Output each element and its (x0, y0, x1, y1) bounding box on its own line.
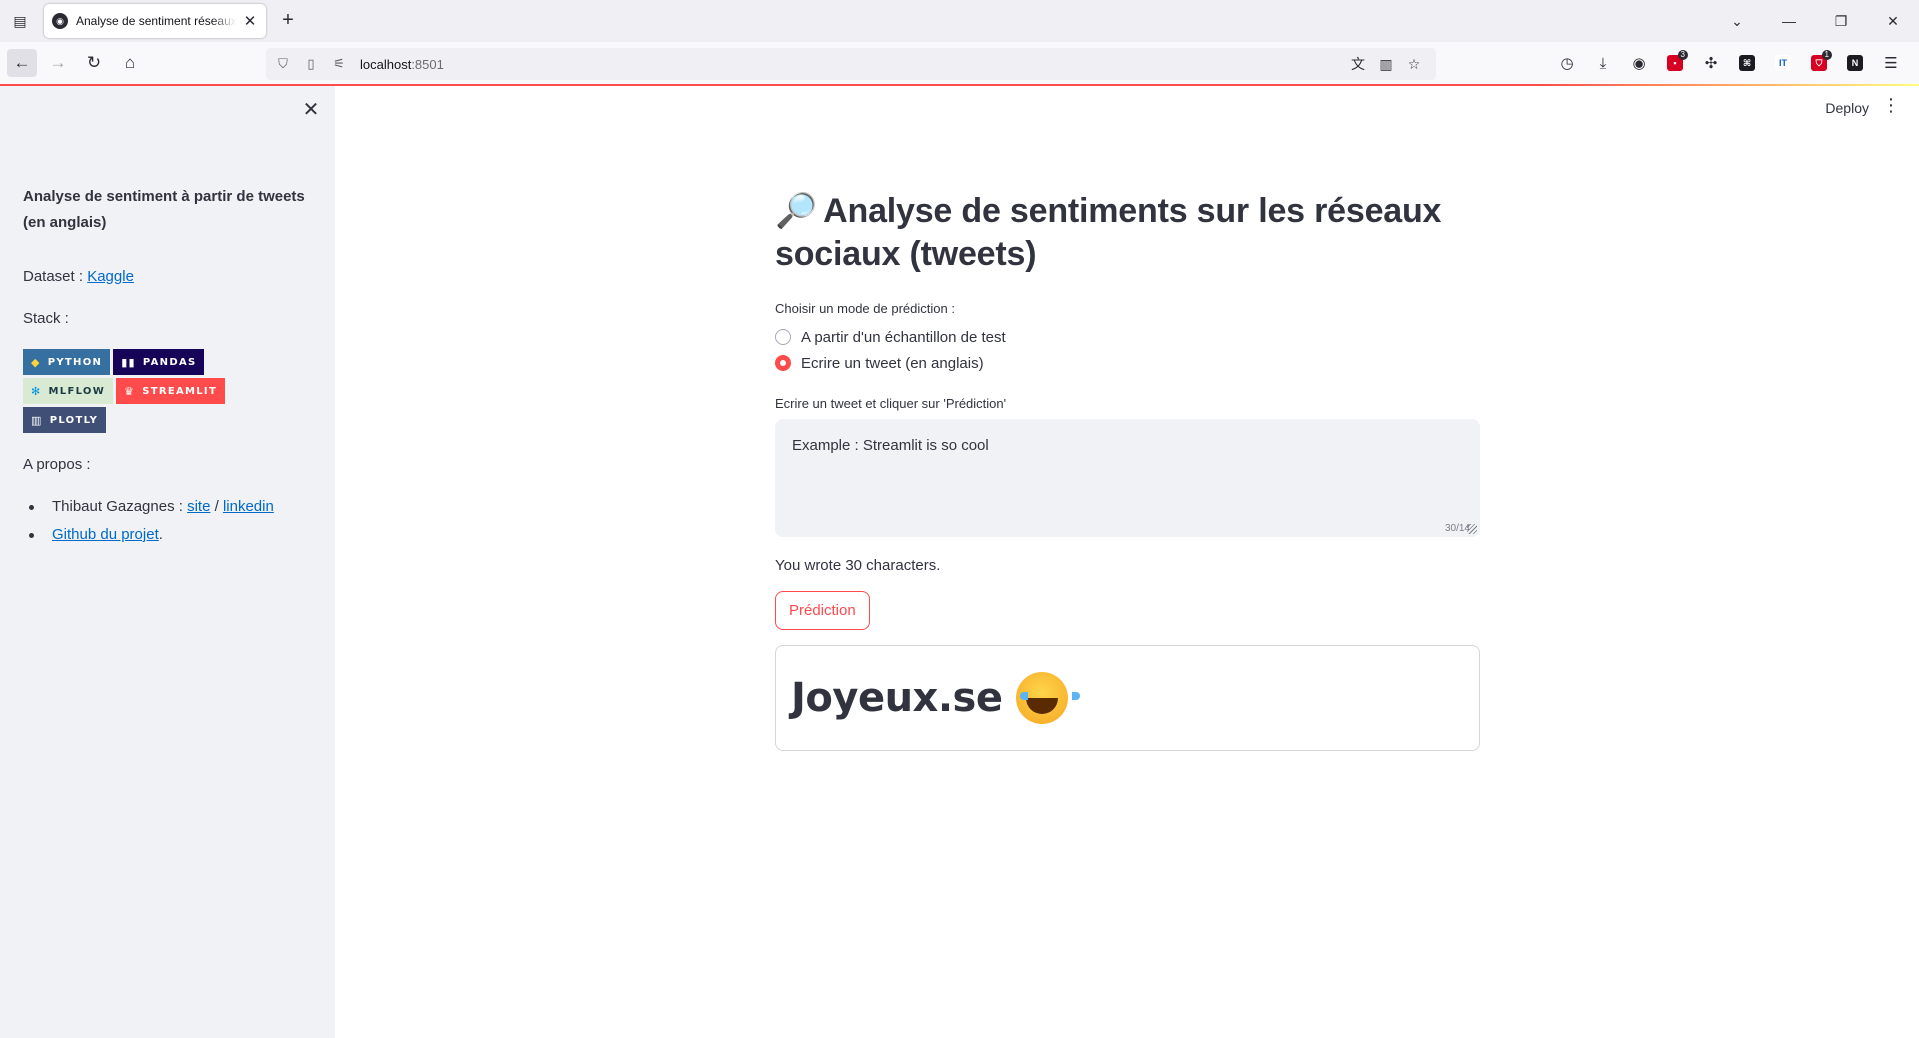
translate-icon[interactable]: 文 (1344, 54, 1372, 74)
main-content: 🔎 Analyse de sentiments sur les réseaux s… (775, 190, 1480, 751)
streamlit-crown-icon: ♛ (124, 384, 136, 398)
author-name: Thibaut Gazagnes : (52, 498, 188, 515)
browser-tab-active[interactable]: ◉ Analyse de sentiment réseaux sociaux ✕ (44, 4, 266, 38)
permissions-icon[interactable]: ⚟ (332, 56, 346, 72)
reload-icon[interactable]: ↻ (79, 49, 109, 77)
link-separator: / (210, 498, 223, 515)
tab-close-icon[interactable]: ✕ (242, 12, 258, 30)
mode-radio-group: A partir d'un échantillon de test Ecrire… (775, 324, 1480, 376)
python-badge-label: PYTHON (47, 356, 103, 368)
sidebar-close-icon[interactable]: ✕ (301, 100, 321, 120)
restore-icon[interactable]: ❐ (1815, 13, 1867, 30)
radio-option-label: A partir d'un échantillon de test (801, 328, 1006, 346)
notion-icon[interactable]: N (1837, 49, 1873, 77)
kaggle-link[interactable]: Kaggle (87, 268, 134, 285)
new-tab-icon[interactable]: + (276, 9, 300, 33)
sidebar: ✕ Analyse de sentiment à partir de tweet… (0, 86, 335, 1038)
page-title-text: Analyse de sentiments sur les réseaux so… (775, 192, 1442, 273)
plotly-chart-icon: ▥ (31, 413, 43, 427)
tab-title: Analyse de sentiment réseaux sociaux (76, 14, 236, 28)
linkedin-link[interactable]: linkedin (223, 498, 274, 515)
magnifier-icon: 🔎 (775, 192, 818, 230)
extension-2-icon[interactable]: ⌘ (1729, 49, 1765, 77)
dataset-line: Dataset : Kaggle (23, 268, 134, 285)
reader-view-icon[interactable]: ▥ (1372, 56, 1400, 73)
window-close-icon[interactable]: ✕ (1867, 13, 1919, 30)
minimize-icon[interactable]: — (1763, 13, 1815, 29)
app-header: Deploy ⋮ (335, 86, 1919, 130)
github-suffix: . (158, 526, 163, 543)
result-container: Joyeux.se (775, 645, 1480, 751)
about-label: A propos : (23, 456, 91, 473)
history-icon[interactable]: ◷ (1549, 49, 1585, 77)
sidebar-title: Analyse de sentiment à partir de tweets … (23, 188, 305, 231)
tab-list-icon[interactable]: ▤ (8, 9, 32, 33)
url-port: :8501 (411, 56, 444, 72)
about-github-item: Github du projet. (23, 521, 274, 549)
back-arrow-icon[interactable]: ← (7, 49, 37, 77)
pandas-badge: ▮▮ PANDAS (113, 349, 205, 375)
prediction-button[interactable]: Prédiction (775, 591, 870, 630)
mlflow-badge: ✻ MLFLOW (23, 378, 114, 404)
extension-1-badge: 3 (1677, 50, 1688, 60)
resize-handle-icon[interactable] (1467, 524, 1477, 534)
tab-overflow-chevron-icon[interactable]: ⌄ (1711, 13, 1763, 30)
mlflow-badge-label: MLFLOW (48, 385, 106, 397)
pandas-icon: ▮▮ (121, 355, 136, 369)
tweet-textarea[interactable]: Example : Streamlit is so cool 30/14 (775, 419, 1480, 537)
bookmark-star-icon[interactable]: ☆ (1400, 56, 1428, 73)
extension-4-icon[interactable]: ⛉ 1 (1801, 49, 1837, 77)
stack-label: Stack : (23, 310, 69, 327)
dataset-label: Dataset : (23, 268, 88, 285)
url-host: localhost (360, 56, 412, 72)
streamlit-favicon-icon: ◉ (52, 13, 68, 29)
plotly-badge-label: PLOTLY (49, 414, 99, 426)
hamburger-menu-icon[interactable]: ☰ (1873, 49, 1909, 77)
radio-unchecked-icon[interactable] (775, 329, 791, 345)
tweet-input-label: Ecrire un tweet et cliquer sur 'Prédicti… (775, 396, 1007, 411)
pandas-badge-label: PANDAS (142, 356, 197, 368)
radio-option-label: Ecrire un tweet (en anglais) (801, 354, 984, 372)
radio-option-sample[interactable]: A partir d'un échantillon de test (775, 324, 1480, 350)
stack-badges: ◆ PYTHON ▮▮ PANDAS ✻ MLFLOW ♛ STREAMLIT ▥ PLO… (23, 349, 273, 436)
url-bar[interactable]: ⛉ ▯ ⚟ localhost:8501 文 ▥ ☆ (266, 48, 1436, 80)
tears-of-joy-emoji-icon (1016, 672, 1081, 724)
browser-tab-bar: ▤ ◉ Analyse de sentiment réseaux sociaux… (0, 0, 1919, 42)
prediction-button-wrap: Prédiction (775, 591, 1480, 630)
forward-arrow-icon[interactable]: → (43, 49, 73, 77)
extension-1-icon[interactable]: ▪ 3 (1657, 49, 1693, 77)
window-controls: ⌄ — ❐ ✕ (1711, 0, 1919, 42)
browser-toolbar-right: ◷ ⤓ ◉ ▪ 3 ✣ ⌘ IT ⛉ 1 N ☰ (1549, 42, 1919, 84)
mode-label: Choisir un mode de prédiction : (775, 301, 955, 316)
extensions-puzzle-icon[interactable]: ✣ (1693, 49, 1729, 77)
home-icon[interactable]: ⌂ (115, 49, 145, 77)
github-link[interactable]: Github du projet (52, 526, 159, 543)
deploy-button[interactable]: Deploy (1825, 100, 1869, 116)
streamlit-badge-label: STREAMLIT (142, 385, 218, 397)
radio-option-write[interactable]: Ecrire un tweet (en anglais) (775, 350, 1480, 376)
site-link[interactable]: site (187, 498, 210, 515)
about-list: Thibaut Gazagnes : site / linkedin Githu… (23, 493, 274, 549)
python-badge: ◆ PYTHON (23, 349, 111, 375)
plotly-badge: ▥ PLOTLY (23, 407, 107, 433)
page-info-icon[interactable]: ▯ (304, 56, 318, 72)
extension-4-badge: 1 (1821, 50, 1832, 60)
char-count-message: You wrote 30 characters. (775, 557, 941, 574)
about-author-item: Thibaut Gazagnes : site / linkedin (23, 493, 274, 521)
extension-3-icon[interactable]: IT (1765, 49, 1801, 77)
url-actions: 文 ▥ ☆ (1344, 48, 1428, 80)
tweet-textarea-value: Example : Streamlit is so cool (792, 437, 989, 454)
result-text: Joyeux.se (791, 675, 1003, 721)
radio-checked-icon[interactable] (775, 355, 791, 371)
python-icon: ◆ (31, 355, 41, 369)
main-menu-kebab-icon[interactable]: ⋮ (1881, 95, 1901, 121)
streamlit-badge: ♛ STREAMLIT (116, 378, 226, 404)
account-icon[interactable]: ◉ (1621, 49, 1657, 77)
mlflow-icon: ✻ (31, 384, 42, 398)
downloads-icon[interactable]: ⤓ (1585, 49, 1621, 77)
page-title: 🔎 Analyse de sentiments sur les réseaux s… (775, 190, 1480, 276)
tracking-shield-icon[interactable]: ⛉ (276, 56, 290, 72)
url-text: localhost:8501 (360, 57, 444, 72)
